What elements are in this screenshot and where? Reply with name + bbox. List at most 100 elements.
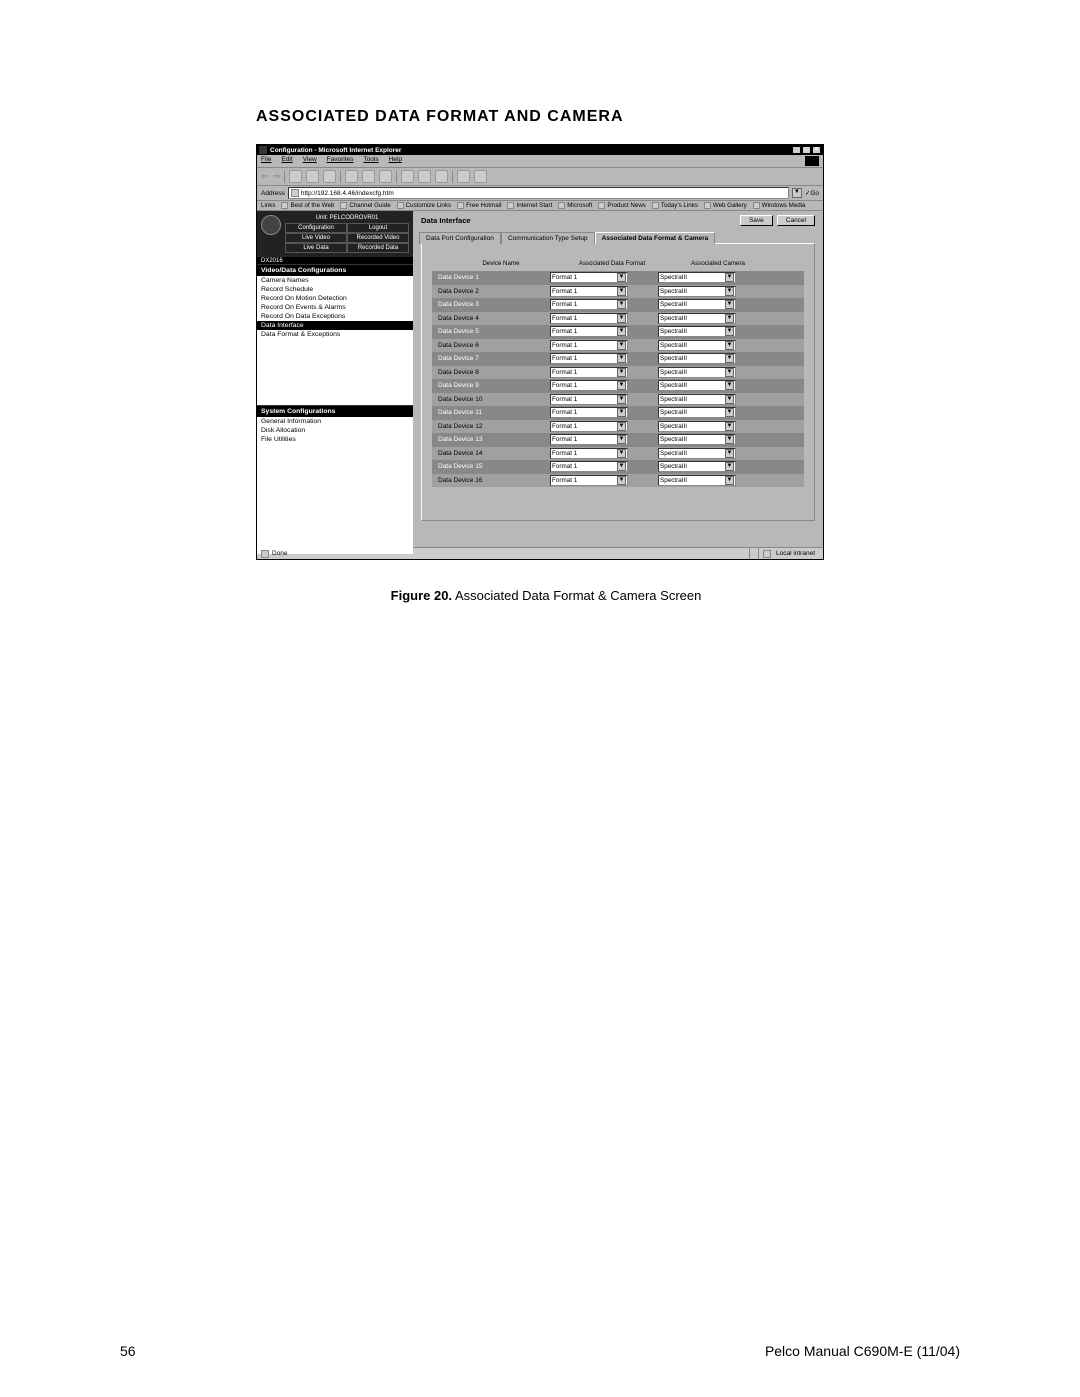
- menu-file[interactable]: File: [261, 156, 271, 166]
- format-select[interactable]: Format 1▼: [550, 286, 628, 297]
- forward-button[interactable]: ⇒: [273, 171, 281, 182]
- menu-help[interactable]: Help: [389, 156, 402, 166]
- format-select[interactable]: Format 1▼: [550, 475, 628, 486]
- stop-button[interactable]: [289, 170, 302, 183]
- link-item[interactable]: Product News: [598, 202, 646, 209]
- nav-logout[interactable]: Logout: [347, 223, 409, 233]
- format-select[interactable]: Format 1▼: [550, 367, 628, 378]
- format-select[interactable]: Format 1▼: [550, 272, 628, 283]
- favorites-button[interactable]: [362, 170, 375, 183]
- tab[interactable]: Communication Type Setup: [501, 232, 595, 244]
- tab[interactable]: Associated Data Format & Camera: [595, 232, 716, 244]
- nav-recorded-data[interactable]: Recorded Data: [347, 243, 409, 253]
- address-input[interactable]: http://192.168.4.46/indexcfg.htm: [288, 187, 789, 199]
- app-icon: [259, 146, 267, 154]
- nav-recorded-video[interactable]: Recorded Video: [347, 233, 409, 243]
- edit-button[interactable]: [435, 170, 448, 183]
- menu-view[interactable]: View: [303, 156, 317, 166]
- cancel-button[interactable]: Cancel: [777, 215, 815, 226]
- maximize-button[interactable]: □: [802, 146, 811, 154]
- sidebar-item[interactable]: Record On Events & Alarms: [257, 303, 413, 312]
- link-item[interactable]: Microsoft: [558, 202, 592, 209]
- format-select[interactable]: Format 1▼: [550, 340, 628, 351]
- chevron-down-icon: ▼: [725, 273, 734, 282]
- chevron-down-icon: ▼: [725, 354, 734, 363]
- nav-live-data[interactable]: Live Data: [285, 243, 347, 253]
- close-button[interactable]: ×: [812, 146, 821, 154]
- device-name: Data Device 2: [432, 288, 550, 295]
- format-select[interactable]: Format 1▼: [550, 407, 628, 418]
- chevron-down-icon: ▼: [725, 422, 734, 431]
- sidebar-item[interactable]: Record Schedule: [257, 285, 413, 294]
- camera-select[interactable]: SpectraIII▼: [658, 407, 736, 418]
- format-select[interactable]: Format 1▼: [550, 461, 628, 472]
- link-item[interactable]: Today's Links: [652, 202, 698, 209]
- format-select[interactable]: Format 1▼: [550, 448, 628, 459]
- messenger-button[interactable]: [474, 170, 487, 183]
- camera-select[interactable]: SpectraIII▼: [658, 380, 736, 391]
- discuss-button[interactable]: [457, 170, 470, 183]
- camera-select[interactable]: SpectraIII▼: [658, 353, 736, 364]
- tab[interactable]: Data Port Configuration: [419, 232, 501, 244]
- format-select[interactable]: Format 1▼: [550, 353, 628, 364]
- refresh-button[interactable]: [306, 170, 319, 183]
- home-button[interactable]: [323, 170, 336, 183]
- chevron-down-icon: ▼: [617, 354, 626, 363]
- link-item[interactable]: Channel Guide: [340, 202, 390, 209]
- save-button[interactable]: Save: [740, 215, 773, 226]
- camera-select[interactable]: SpectraIII▼: [658, 286, 736, 297]
- format-select[interactable]: Format 1▼: [550, 313, 628, 324]
- camera-select[interactable]: SpectraIII▼: [658, 299, 736, 310]
- mail-button[interactable]: [401, 170, 414, 183]
- camera-select[interactable]: SpectraIII▼: [658, 461, 736, 472]
- format-select[interactable]: Format 1▼: [550, 394, 628, 405]
- nav-configuration[interactable]: Configuration: [285, 223, 347, 233]
- menu-tools[interactable]: Tools: [363, 156, 378, 166]
- camera-select[interactable]: SpectraIII▼: [658, 475, 736, 486]
- format-select[interactable]: Format 1▼: [550, 434, 628, 445]
- device-name: Data Device 3: [432, 301, 550, 308]
- camera-select[interactable]: SpectraIII▼: [658, 448, 736, 459]
- address-dropdown[interactable]: ▼: [792, 188, 802, 198]
- chevron-down-icon: ▼: [617, 327, 626, 336]
- minimize-button[interactable]: _: [792, 146, 801, 154]
- camera-select[interactable]: SpectraIII▼: [658, 367, 736, 378]
- format-select[interactable]: Format 1▼: [550, 326, 628, 337]
- link-item[interactable]: Best of the Web: [281, 202, 334, 209]
- page-icon: [507, 202, 514, 209]
- sidebar-item[interactable]: Data Format & Exceptions: [257, 330, 413, 339]
- linksbar: Links Best of the Web Channel Guide Cust…: [257, 201, 823, 211]
- sidebar-item[interactable]: General Information: [257, 417, 413, 426]
- sidebar-item[interactable]: Camera Names: [257, 276, 413, 285]
- format-select[interactable]: Format 1▼: [550, 380, 628, 391]
- link-item[interactable]: Windows Media: [753, 202, 806, 209]
- search-button[interactable]: [345, 170, 358, 183]
- sidebar-item[interactable]: Record On Data Exceptions: [257, 312, 413, 321]
- history-button[interactable]: [379, 170, 392, 183]
- link-item[interactable]: Internet Start: [507, 202, 552, 209]
- print-button[interactable]: [418, 170, 431, 183]
- camera-select[interactable]: SpectraIII▼: [658, 326, 736, 337]
- camera-select[interactable]: SpectraIII▼: [658, 272, 736, 283]
- link-item[interactable]: Web Gallery: [704, 202, 747, 209]
- sidebar-item[interactable]: Disk Allocation: [257, 426, 413, 435]
- sidebar-item[interactable]: Record On Motion Detection: [257, 294, 413, 303]
- back-button[interactable]: ⇐: [261, 171, 269, 182]
- sidebar-item[interactable]: Data Interface: [257, 321, 413, 330]
- camera-select[interactable]: SpectraIII▼: [658, 313, 736, 324]
- menu-favorites[interactable]: Favorites: [327, 156, 354, 166]
- link-item[interactable]: Free Hotmail: [457, 202, 501, 209]
- camera-select[interactable]: SpectraIII▼: [658, 421, 736, 432]
- camera-select[interactable]: SpectraIII▼: [658, 340, 736, 351]
- link-item[interactable]: Customize Links: [397, 202, 451, 209]
- go-button[interactable]: ✓Go: [805, 189, 819, 197]
- nav-live-video[interactable]: Live Video: [285, 233, 347, 243]
- sidebar-item[interactable]: File Utilities: [257, 435, 413, 444]
- camera-select[interactable]: SpectraIII▼: [658, 434, 736, 445]
- format-select[interactable]: Format 1▼: [550, 421, 628, 432]
- camera-select[interactable]: SpectraIII▼: [658, 394, 736, 405]
- col-header-camera: Associated Camera: [668, 260, 768, 267]
- menu-edit[interactable]: Edit: [281, 156, 292, 166]
- page-icon: [652, 202, 659, 209]
- format-select[interactable]: Format 1▼: [550, 299, 628, 310]
